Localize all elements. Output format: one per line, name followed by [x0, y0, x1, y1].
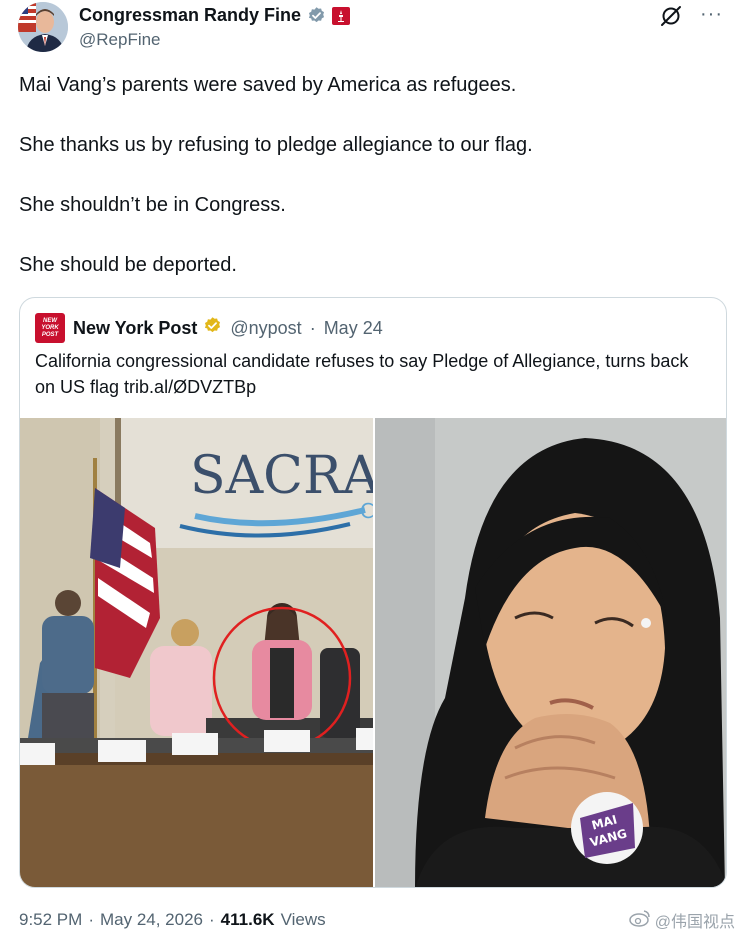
separator-dot: ·	[88, 910, 94, 929]
quoted-author-name[interactable]: New York Post	[73, 318, 197, 339]
watermark-text: @伟国视点	[654, 914, 735, 931]
tweet-line: Mai Vang’s parents were saved by America…	[19, 74, 517, 96]
tweet-text: Mai Vang’s parents were saved by America…	[19, 70, 725, 310]
quoted-tweet-text: California congressional candidate refus…	[35, 351, 689, 397]
name-row: Congressman Randy Fine	[79, 5, 351, 26]
separator-dot: ·	[209, 910, 215, 929]
nypost-logo[interactable]: NEW YORK POST	[35, 313, 65, 343]
watermark: @伟国视点	[629, 908, 735, 932]
quoted-author-handle[interactable]: @nypost	[230, 318, 301, 339]
tweet-line: She should be deported.	[19, 254, 237, 276]
sign-text: SACRA	[190, 446, 373, 506]
tweet-date[interactable]: May 24, 2026	[100, 910, 203, 930]
quoted-tweet-card[interactable]: NEW YORK POST New York Post @nypost · Ma…	[19, 297, 727, 888]
quoted-date[interactable]: May 24	[324, 318, 383, 339]
verified-badge-icon	[307, 6, 326, 25]
grok-icon[interactable]	[659, 4, 683, 28]
logo-text: POST	[41, 331, 59, 338]
tweet-meta: 9:52 PM · May 24, 2026 · 411.6K Views	[19, 910, 326, 930]
gold-verified-badge-icon	[203, 316, 222, 340]
sign-text-2: C	[360, 499, 373, 523]
portrait-photo[interactable]: MAI VANG	[375, 418, 726, 887]
separator-dot: ·	[309, 317, 316, 338]
logo-text: YORK	[41, 324, 59, 331]
views-count[interactable]: 411.6K	[221, 910, 275, 930]
more-options-button[interactable]: ···	[700, 2, 723, 26]
quoted-tweet-header: NEW YORK POST New York Post @nypost · Ma…	[35, 313, 383, 343]
weibo-icon	[629, 909, 651, 932]
tweet-time[interactable]: 9:52 PM	[19, 910, 82, 930]
logo-text: NEW	[43, 317, 57, 324]
tweet-header: Congressman Randy Fine @RepFine ···	[18, 2, 733, 54]
tweet-line: She thanks us by refusing to pledge alle…	[19, 134, 533, 156]
us-house-seal-icon[interactable]	[332, 6, 351, 25]
media-grid: SACRA C MAI VANG	[20, 418, 726, 887]
tweet-line: She shouldn’t be in Congress.	[19, 194, 286, 216]
views-label: Views	[280, 910, 326, 929]
author-name[interactable]: Congressman Randy Fine	[79, 5, 301, 26]
avatar[interactable]	[18, 2, 68, 52]
avatar-image	[18, 2, 68, 52]
author-handle[interactable]: @RepFine	[79, 30, 161, 50]
meeting-photo[interactable]: SACRA C	[20, 418, 373, 887]
